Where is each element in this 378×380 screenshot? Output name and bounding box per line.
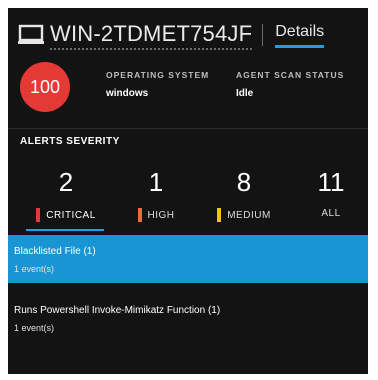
medium-label: MEDIUM xyxy=(227,209,271,221)
all-filter[interactable]: ALL xyxy=(291,208,368,219)
endpoint-panel: WIN-2TDMET754JF Details 100 OPERATING SY… xyxy=(8,8,368,374)
scan-status-label: AGENT SCAN STATUS xyxy=(236,70,345,80)
risk-score-badge: 100 xyxy=(20,62,70,112)
hostname-title: WIN-2TDMET754JF xyxy=(50,21,253,50)
high-filter[interactable]: HIGH xyxy=(116,208,196,222)
section-divider xyxy=(8,128,368,129)
alerts-severity-title: ALERTS SEVERITY xyxy=(20,136,120,147)
high-count: 1 xyxy=(148,167,164,197)
tab-details[interactable]: Details xyxy=(275,23,325,48)
medium-count: 8 xyxy=(236,167,252,197)
alert-event-count: 1 event(s) xyxy=(14,264,55,274)
all-label: ALL xyxy=(321,208,341,219)
scan-status-value: Idle xyxy=(236,88,254,99)
active-filter-underline xyxy=(26,229,104,231)
alert-list-item[interactable]: Blacklisted File (1) 1 event(s) xyxy=(8,235,368,283)
alert-title: Runs Powershell Invoke-Mimikatz Function… xyxy=(14,305,221,316)
severity-high[interactable]: 1 HIGH xyxy=(116,167,196,222)
all-count: 11 xyxy=(317,167,345,197)
medium-color-bar xyxy=(217,208,222,222)
severity-critical[interactable]: 2 CRITICAL xyxy=(26,167,106,222)
critical-label: CRITICAL xyxy=(46,209,96,221)
panel-header: WIN-2TDMET754JF Details xyxy=(18,18,358,52)
alert-event-count: 1 event(s) xyxy=(14,323,55,333)
alert-list-item[interactable]: Runs Powershell Invoke-Mimikatz Function… xyxy=(8,294,368,342)
critical-count: 2 xyxy=(58,167,74,197)
high-label: HIGH xyxy=(147,209,175,221)
header-divider xyxy=(262,24,264,46)
alert-title: Blacklisted File (1) xyxy=(14,246,96,257)
critical-filter[interactable]: CRITICAL xyxy=(26,208,106,222)
high-color-bar xyxy=(137,208,142,222)
os-value: windows xyxy=(106,88,149,99)
severity-medium[interactable]: 8 MEDIUM xyxy=(204,167,284,222)
os-label: OPERATING SYSTEM xyxy=(106,70,210,80)
computer-icon xyxy=(18,24,44,46)
medium-filter[interactable]: MEDIUM xyxy=(204,208,284,222)
critical-color-bar xyxy=(36,208,41,222)
severity-all[interactable]: 11 ALL xyxy=(291,167,368,219)
